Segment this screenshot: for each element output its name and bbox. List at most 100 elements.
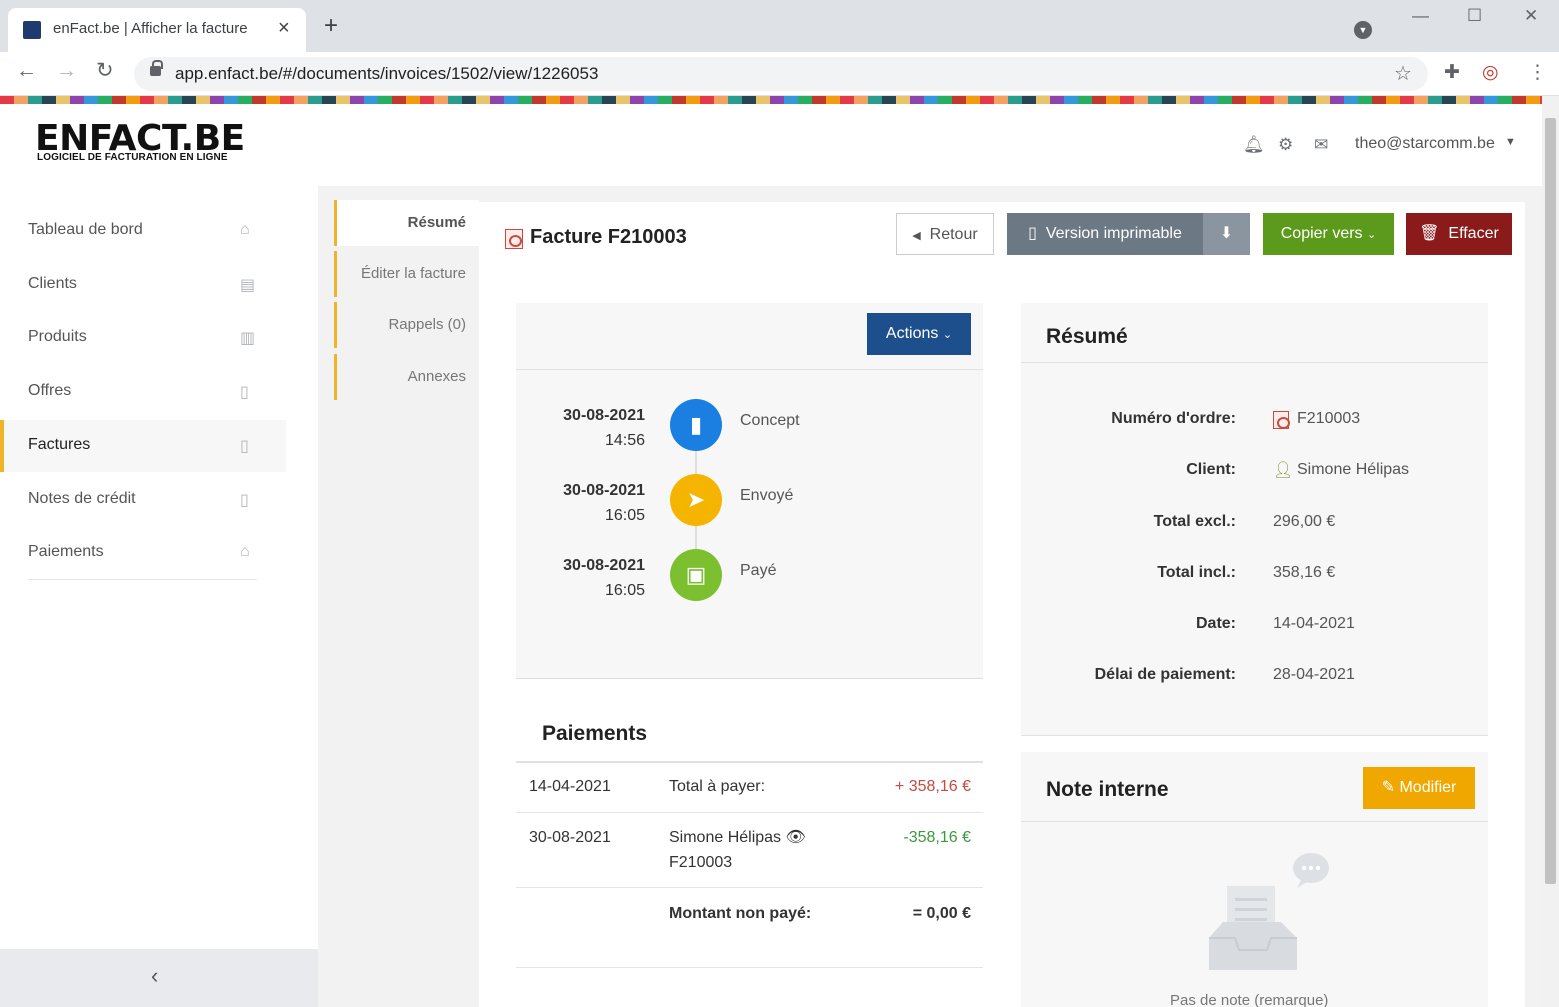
sidebar-item-offers[interactable]: Offres ▯ bbox=[0, 366, 286, 418]
tab-label: Éditer la facture bbox=[360, 265, 466, 282]
summary-value: 28-04-2021 bbox=[1273, 666, 1355, 683]
timeline-status: Payé bbox=[740, 562, 777, 579]
order-number-link[interactable]: F210003 bbox=[1297, 410, 1360, 428]
minimize-icon[interactable]: — bbox=[1412, 6, 1429, 26]
tab-reminders[interactable]: Rappels (0) bbox=[334, 302, 479, 348]
timeline-date: 30-08-2021 bbox=[563, 482, 645, 499]
sidebar-footer: ‹ bbox=[0, 949, 318, 1007]
profile-menu-icon[interactable]: ▼ bbox=[1354, 21, 1372, 39]
settings-gears-icon[interactable]: ⚙ bbox=[1278, 135, 1293, 155]
download-icon: ⬇ bbox=[1219, 225, 1234, 242]
sidebar-item-label: Factures bbox=[28, 436, 91, 453]
bookmark-star-icon[interactable]: ☆ bbox=[1394, 61, 1412, 86]
scroll-thumb[interactable] bbox=[1545, 118, 1556, 884]
extension-ring-icon[interactable]: ◎ bbox=[1482, 61, 1499, 84]
unpaid-value: = 0,00 € bbox=[912, 905, 971, 922]
chevron-down-icon: ⌄ bbox=[942, 329, 953, 341]
collapse-sidebar-icon[interactable]: ‹ bbox=[151, 963, 158, 989]
back-button-label: Retour bbox=[929, 226, 978, 243]
pdf-file-icon: ▯ bbox=[240, 492, 249, 509]
sidebar-item-products[interactable]: Produits ▥ bbox=[0, 312, 286, 364]
modify-button-label: Modifier bbox=[1399, 779, 1457, 796]
delete-button-label: Effacer bbox=[1448, 225, 1499, 242]
timeline-time: 16:05 bbox=[604, 582, 645, 599]
forward-icon[interactable]: → bbox=[56, 60, 77, 81]
actions-button[interactable]: Actions ⌄ bbox=[867, 313, 971, 355]
payment-date: 30-08-2021 bbox=[529, 829, 611, 846]
url-text[interactable]: app.enfact.be/#/documents/invoices/1502/… bbox=[175, 64, 598, 84]
actions-button-label: Actions bbox=[885, 325, 939, 342]
payments-title: Paiements bbox=[542, 722, 648, 745]
sidebar-item-dashboard[interactable]: Tableau de bord ⌂ bbox=[0, 205, 286, 257]
tab-attachments[interactable]: Annexes bbox=[334, 354, 479, 400]
address-bar[interactable]: app.enfact.be/#/documents/invoices/1502/… bbox=[134, 57, 1428, 91]
delete-button[interactable]: 🗑︎ Effacer bbox=[1406, 213, 1512, 255]
tab-edit-invoice[interactable]: Éditer la facture bbox=[334, 251, 479, 297]
print-version-button[interactable]: ▯ Version imprimable bbox=[1007, 213, 1203, 255]
modify-button[interactable]: ✎ Modifier bbox=[1363, 767, 1475, 809]
user-caret-icon[interactable]: ▼ bbox=[1505, 136, 1516, 148]
browser-menu-icon[interactable]: ⋮ bbox=[1528, 61, 1547, 84]
timeline-datetime: 30-08-2021 14:56 bbox=[563, 403, 645, 453]
pdf-file-icon: ▯ bbox=[240, 438, 249, 455]
sidebar-item-clients[interactable]: Clients ▤ bbox=[0, 259, 286, 311]
pdf-icon bbox=[505, 229, 523, 249]
reload-icon[interactable]: ↻ bbox=[96, 60, 114, 81]
pdf-file-icon: ▯ bbox=[240, 384, 249, 401]
pdf-file-icon: ▯ bbox=[1028, 225, 1037, 242]
copy-to-button[interactable]: Copier vers ⌄ bbox=[1263, 213, 1394, 255]
sidebar-item-credit-notes[interactable]: Notes de crédit ▯ bbox=[0, 474, 286, 526]
bell-icon[interactable]: 🔔︎ bbox=[1243, 135, 1265, 155]
back-button[interactable]: ◀ Retour bbox=[896, 213, 994, 255]
unpaid-label: Montant non payé: bbox=[669, 905, 812, 922]
timeline-connector bbox=[695, 526, 697, 550]
summary-key: Total incl.: bbox=[1157, 564, 1236, 581]
tab-close-icon[interactable]: × bbox=[278, 17, 290, 40]
sidebar-item-label: Tableau de bord bbox=[28, 221, 143, 238]
back-icon[interactable]: ← bbox=[16, 60, 37, 81]
browser-tabbar: enFact.be | Afficher la facture × + ▼ — … bbox=[0, 0, 1559, 52]
concept-file-icon: ▮ bbox=[670, 399, 722, 451]
sidebar-divider bbox=[28, 579, 257, 580]
client-link[interactable]: Simone Hélipas bbox=[1297, 461, 1409, 479]
page-title: Facture F210003 bbox=[530, 226, 687, 248]
maximize-icon[interactable]: ☐ bbox=[1467, 6, 1482, 26]
sidebar: Tableau de bord ⌂ Clients ▤ Produits ▥ O… bbox=[0, 186, 318, 1007]
home-icon: ⌂ bbox=[240, 221, 250, 238]
tab-title: enFact.be | Afficher la facture bbox=[53, 20, 248, 37]
download-button[interactable]: ⬇ bbox=[1203, 213, 1250, 255]
timeline-datetime: 30-08-2021 16:05 bbox=[563, 553, 645, 603]
user-email[interactable]: theo@starcomm.be bbox=[1355, 135, 1495, 153]
tab-label: Rappels (0) bbox=[388, 316, 466, 333]
page-scrollbar[interactable] bbox=[1542, 96, 1559, 1007]
status-timeline-box: Actions ⌄ 30-08-2021 14:56 ▮ Concept 30-… bbox=[516, 303, 983, 679]
divider bbox=[1021, 821, 1488, 822]
pdf-icon bbox=[1273, 411, 1290, 429]
tab-label: Résumé bbox=[407, 214, 466, 231]
timeline-date: 30-08-2021 bbox=[563, 557, 645, 574]
divider bbox=[516, 369, 983, 370]
new-tab-icon[interactable]: + bbox=[324, 14, 338, 38]
divider bbox=[516, 812, 983, 813]
divider bbox=[516, 887, 983, 888]
timeline-time: 14:56 bbox=[604, 432, 645, 449]
logo-tagline: LOGICIEL DE FACTURATION EN LIGNE bbox=[37, 152, 228, 163]
timeline-datetime: 30-08-2021 16:05 bbox=[563, 478, 645, 528]
eye-icon[interactable]: 👁︎ bbox=[786, 829, 806, 846]
sidebar-item-label: Produits bbox=[28, 328, 87, 345]
caret-left-icon: ◀ bbox=[912, 230, 921, 242]
payment-date: 14-04-2021 bbox=[529, 778, 611, 795]
sidebar-item-payments[interactable]: Paiements ⌂ bbox=[0, 527, 286, 579]
summary-key: Délai de paiement: bbox=[1094, 666, 1236, 683]
divider bbox=[516, 967, 983, 968]
money-bill-icon: ▣ bbox=[670, 549, 722, 601]
summary-value: 358,16 € bbox=[1273, 564, 1336, 581]
close-window-icon[interactable]: ✕ bbox=[1524, 6, 1538, 26]
tab-summary[interactable]: Résumé bbox=[334, 200, 479, 246]
bank-icon: ⌂ bbox=[240, 543, 250, 560]
sidebar-item-invoices[interactable]: Factures ▯ bbox=[0, 420, 286, 472]
envelope-icon[interactable]: ✉ bbox=[1314, 135, 1328, 155]
summary-title: Résumé bbox=[1046, 325, 1128, 348]
extensions-icon[interactable]: ✚ bbox=[1444, 61, 1460, 84]
browser-tab[interactable]: enFact.be | Afficher la facture × bbox=[8, 8, 306, 52]
